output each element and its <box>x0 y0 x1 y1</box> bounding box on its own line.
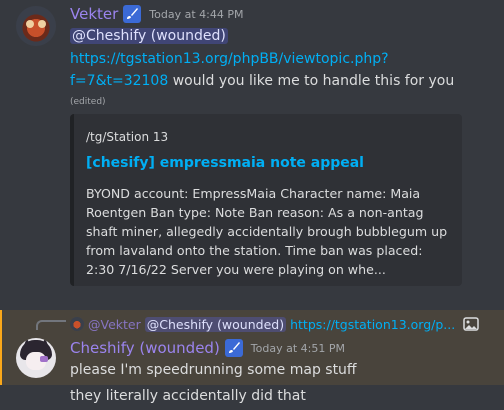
avatar[interactable] <box>16 338 56 378</box>
embed-title[interactable]: [chesify] empressmaia note appeal <box>86 155 364 171</box>
message-cheshify-reply: @Vekter @Cheshify (wounded) https://tgst… <box>0 310 504 385</box>
reply-preview[interactable]: @Vekter @Cheshify (wounded) https://tgst… <box>70 315 479 333</box>
message-header: Cheshify (wounded) Today at 4:51 PM <box>70 338 345 358</box>
reply-author[interactable]: @Vekter <box>88 317 141 332</box>
avatar-bow <box>40 356 48 362</box>
message-text: they literally accidentally did that <box>70 388 306 404</box>
paintbrush-icon[interactable] <box>224 339 243 357</box>
message-header: Vekter Today at 4:44 PM <box>70 4 243 24</box>
user-mention[interactable]: @Cheshify (wounded) <box>70 28 228 44</box>
message-line: https://tgstation13.org/phpBB/viewtopic.… <box>70 49 389 69</box>
topic-link[interactable]: https://tgstation13.org/phpBB/viewtopic.… <box>70 51 389 67</box>
reply-avatar <box>70 317 84 331</box>
message-text: please I'm speedrunning some map stuff <box>70 362 357 378</box>
message-line: @Cheshify (wounded) <box>70 26 228 46</box>
reply-connector <box>36 320 66 330</box>
author-name[interactable]: Vekter <box>70 5 118 23</box>
embed-description: BYOND account: EmpressMaia Character nam… <box>86 186 448 277</box>
avatar-eye <box>26 20 34 28</box>
timestamp: Today at 4:44 PM <box>149 7 244 21</box>
chat-messages: Vekter Today at 4:44 PM @Cheshify (wound… <box>0 0 504 410</box>
author-name[interactable]: Cheshify (wounded) <box>70 339 220 357</box>
message-followup: they literally accidentally did that <box>0 385 504 410</box>
message-line: f=7&t=32108 would you like me to handle … <box>70 71 454 91</box>
image-icon <box>463 317 479 331</box>
edited-indicator: (edited) <box>70 97 106 107</box>
paintbrush-icon[interactable] <box>123 5 142 23</box>
avatar[interactable] <box>16 6 56 46</box>
link-embed: /tg/Station 13 [chesify] empressmaia not… <box>70 114 462 286</box>
message-vekter: Vekter Today at 4:44 PM @Cheshify (wound… <box>0 0 504 310</box>
reply-link[interactable]: https://tgstation13.org/p... <box>290 317 455 332</box>
avatar-eye <box>38 20 46 28</box>
embed-provider[interactable]: /tg/Station 13 <box>86 130 168 144</box>
message-text: would you like me to handle this for you <box>168 73 455 89</box>
reply-mention[interactable]: @Cheshify (wounded) <box>144 316 287 332</box>
timestamp: Today at 4:51 PM <box>250 341 345 355</box>
topic-link-continued[interactable]: f=7&t=32108 <box>70 73 168 89</box>
